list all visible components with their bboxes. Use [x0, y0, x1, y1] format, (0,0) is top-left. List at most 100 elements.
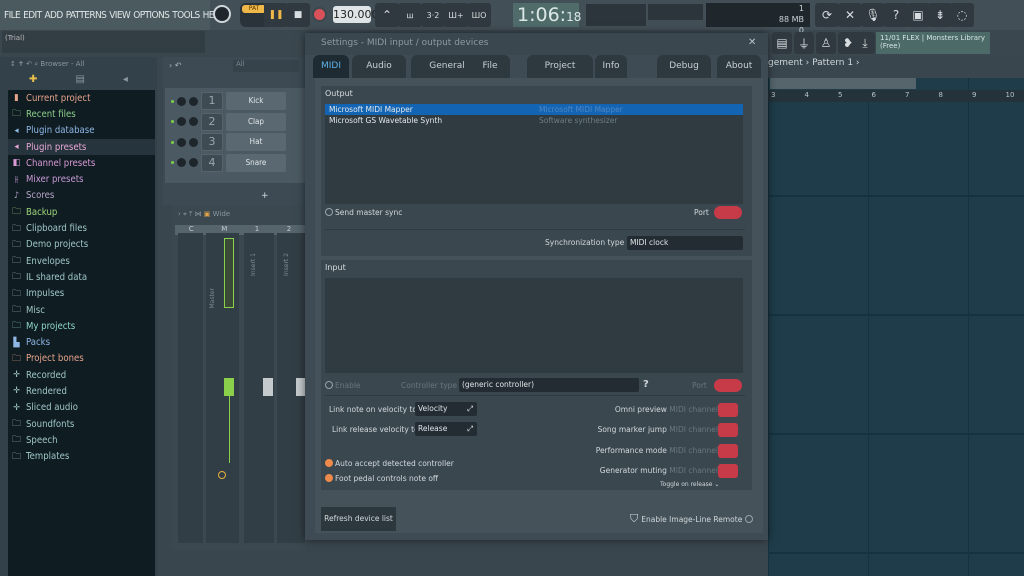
browser-item[interactable]: 🗀 My projects: [8, 318, 155, 334]
help-icon[interactable]: ?: [884, 3, 908, 27]
enable-checkbox[interactable]: [325, 381, 333, 389]
all-icon[interactable]: ✚: [29, 74, 37, 85]
browser-item[interactable]: 🗀 Project bones: [8, 351, 155, 367]
midi-channel-selector[interactable]: [718, 423, 738, 438]
export-icon[interactable]: ⇟: [928, 3, 952, 27]
playlist-grid[interactable]: [768, 78, 1024, 576]
mixer-strip-insert1[interactable]: Insert 1: [244, 233, 274, 543]
mixer-track-number[interactable]: 2: [201, 112, 223, 131]
toggle-on-release[interactable]: Toggle on release ⌄: [660, 481, 719, 488]
tempo-display[interactable]: 130.000: [333, 6, 379, 23]
cut-icon[interactable]: ✕: [838, 3, 862, 27]
midi-channel-selector[interactable]: [718, 443, 738, 458]
refresh-device-list-button[interactable]: Refresh device list: [321, 507, 396, 531]
mixer-strip-insert2[interactable]: Insert 2: [277, 233, 305, 543]
song-time-display[interactable]: 1:06:18: [513, 3, 581, 27]
midi-channel-selector[interactable]: [718, 463, 738, 478]
browser-item[interactable]: 🗀 Templates: [8, 449, 155, 465]
browser-item[interactable]: 🗀 Soundfonts: [8, 416, 155, 432]
playlist-scrollbar[interactable]: [770, 78, 916, 89]
browser-item[interactable]: ◂ Plugin database: [8, 123, 155, 139]
pan-knob[interactable]: [177, 137, 186, 147]
enable-remote[interactable]: ⛉ Enable Image-Line Remote: [630, 512, 755, 526]
download-icon[interactable]: ⤓: [855, 32, 875, 54]
midi-channel-selector[interactable]: [718, 403, 738, 417]
file-icon[interactable]: ▤: [75, 74, 84, 85]
channel-led[interactable]: [171, 161, 174, 164]
link-icon[interactable]: ⤢: [467, 422, 473, 436]
mixer-track-number[interactable]: 3: [201, 133, 223, 151]
browser-item[interactable]: ⫲ Mixer presets: [8, 171, 155, 187]
browser-item[interactable]: ◧ Channel presets: [8, 155, 155, 171]
rack-nav-icons[interactable]: › ↶: [169, 61, 181, 70]
browser-item[interactable]: ♪ Scores: [8, 188, 155, 204]
mixer-strip-master[interactable]: Master: [206, 233, 239, 543]
route-icon[interactable]: [218, 471, 226, 479]
save-icon[interactable]: ▣: [906, 3, 930, 27]
browser-item[interactable]: 🗀 Recent files: [8, 106, 155, 122]
menu-file[interactable]: FILE: [4, 10, 21, 21]
chat-icon[interactable]: ◌: [950, 3, 974, 27]
mixer-track-number[interactable]: 1: [201, 92, 223, 110]
volume-fader[interactable]: [296, 378, 305, 396]
add-channel-icon[interactable]: +: [261, 191, 269, 201]
channel-row[interactable]: 1 Kick: [171, 92, 286, 110]
help-button[interactable]: ?: [643, 379, 649, 390]
output-port-selector[interactable]: [714, 206, 742, 219]
tab-midi[interactable]: MIDI: [313, 55, 349, 78]
sync-type-select[interactable]: MIDI clock: [627, 236, 743, 250]
menu-options[interactable]: OPTIONS: [133, 10, 170, 21]
undo-icon[interactable]: ⟳: [815, 3, 839, 27]
stop-button[interactable]: ■: [286, 3, 310, 27]
browser-item[interactable]: 🗀 IL shared data: [8, 269, 155, 285]
tab-project[interactable]: Project: [527, 55, 593, 78]
plugin-icon[interactable]: ⏚: [794, 32, 814, 54]
browser-item[interactable]: 🗀 Speech: [8, 432, 155, 448]
menu-view[interactable]: VIEW: [109, 10, 131, 21]
news-panel[interactable]: 11/01 FLEX | Monsters Library (Free): [876, 32, 990, 54]
enable-remote-checkbox[interactable]: [744, 515, 753, 523]
loop-record-icon[interactable]: ШО: [467, 3, 491, 27]
foot-pedal-option[interactable]: Foot pedal controls note off: [325, 474, 438, 483]
volume-fader[interactable]: [263, 378, 273, 396]
enable-toggle[interactable]: Enable: [325, 381, 361, 390]
playlist-ruler[interactable]: 3 4 5 6 7 8 9 10: [768, 90, 1024, 102]
volume-knob[interactable]: [189, 137, 198, 147]
channel-row[interactable]: 3 Hat: [171, 133, 286, 151]
browser-item[interactable]: 🗀 Envelopes: [8, 253, 155, 269]
channel-led[interactable]: [171, 120, 174, 123]
record-button[interactable]: [312, 7, 327, 22]
auto-accept-option[interactable]: Auto accept detected controller: [325, 459, 454, 468]
master-volume-knob[interactable]: [213, 5, 231, 23]
browser-nav-icons[interactable]: ↕ ✝ ↶ ⌕: [10, 60, 40, 68]
close-icon[interactable]: ✕: [748, 37, 756, 48]
microphone-icon[interactable]: 🎙: [861, 3, 885, 27]
output-device-row[interactable]: Microsoft MIDI Mapper Microsoft MIDI Mapp…: [325, 104, 743, 115]
wait-for-input-icon[interactable]: ꟺ: [398, 3, 422, 27]
volume-knob[interactable]: [189, 96, 198, 106]
mixer-track-number[interactable]: 4: [201, 153, 223, 172]
step-edit-icon[interactable]: Ш+: [444, 3, 468, 27]
menu-edit[interactable]: EDIT: [23, 10, 42, 21]
menu-add[interactable]: ADD: [44, 10, 63, 21]
browser-item[interactable]: ✛ Recorded: [8, 367, 155, 383]
link-icon[interactable]: ⤢: [467, 402, 473, 416]
input-port-selector[interactable]: [714, 379, 742, 392]
tab-debug[interactable]: Debug: [657, 55, 711, 78]
channel-name-button[interactable]: Clap: [226, 112, 286, 131]
volume-knob[interactable]: [189, 158, 198, 167]
person-icon[interactable]: ♙: [816, 32, 836, 54]
channel-row[interactable]: 4 Snare: [171, 153, 286, 172]
output-device-row[interactable]: Microsoft GS Wavetable Synth Software syn…: [325, 115, 743, 126]
tab-about[interactable]: About: [717, 55, 761, 78]
playlist-breadcrumb[interactable]: gement › Pattern 1 ›: [768, 58, 860, 68]
browser-item[interactable]: 🗀 Clipboard files: [8, 220, 155, 236]
pan-knob[interactable]: [177, 158, 186, 167]
mixer-toolbar[interactable]: › ⌖ ⤒ ⋈ ▣ Wide: [178, 210, 230, 219]
link-note-on-select[interactable]: Velocity ⤢: [415, 402, 477, 416]
foot-pedal-checkbox[interactable]: [325, 474, 333, 482]
browser-item[interactable]: ◂ Plugin presets: [8, 138, 155, 156]
channel-led[interactable]: [171, 99, 174, 103]
countdown-icon[interactable]: 3·2: [421, 3, 445, 27]
play-button[interactable]: ❚❚: [264, 3, 288, 27]
